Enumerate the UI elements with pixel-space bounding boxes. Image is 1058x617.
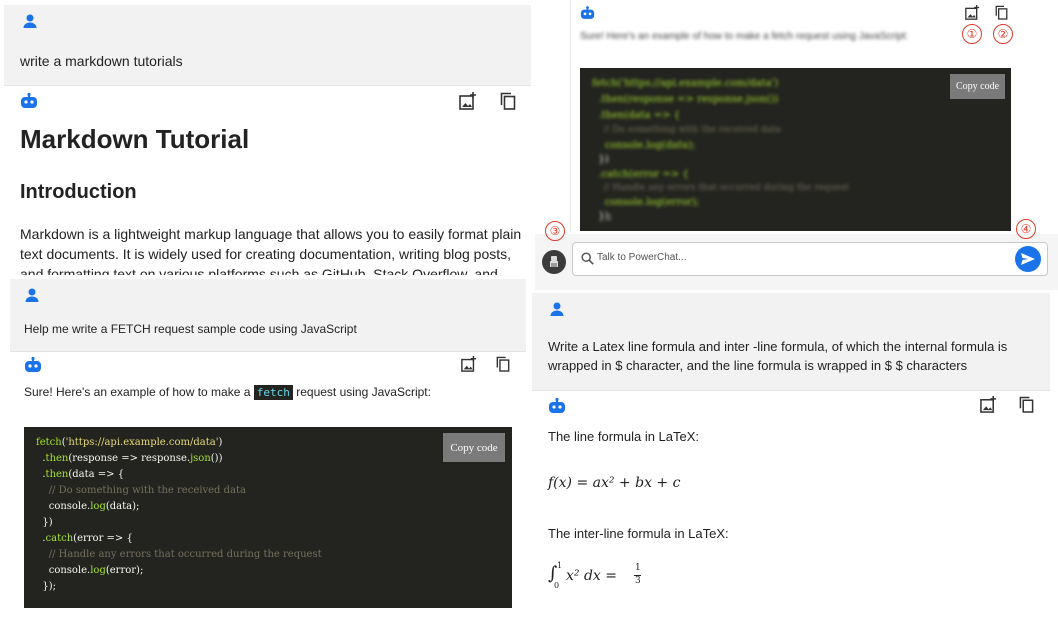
user-message-row: Write a Latex line formula and inter -li…: [532, 293, 1050, 390]
annotation-marker: ④: [1016, 219, 1036, 239]
copy-code-button[interactable]: Copy code: [950, 74, 1005, 99]
integral-body: x² dx =: [566, 568, 617, 584]
code-line: .then(response => response.json()): [36, 453, 223, 464]
bot-reply-text: Sure! Here's an example of how to make a…: [24, 385, 431, 400]
user-message-row: write a markdown tutorials: [4, 5, 531, 85]
paragraph-line: text documents. It is widely used for cr…: [20, 246, 512, 262]
code-line: .catch(error => {: [592, 169, 689, 180]
code-line: }): [592, 154, 609, 165]
code-token: 'https://api.example.com/data': [65, 437, 219, 448]
robot-icon: [25, 357, 41, 372]
code-token: then: [45, 453, 69, 464]
code-token: then: [45, 469, 69, 480]
line-formula-label: The line formula in LaTeX:: [548, 429, 700, 444]
send-icon: [1021, 253, 1035, 265]
integral-lower-bound: 0: [554, 581, 560, 590]
clear-chat-button[interactable]: [542, 250, 566, 274]
code-block: Copy code fetch('https://api.example.com…: [24, 427, 512, 608]
inline-code: fetch: [253, 385, 293, 400]
copy-icon[interactable]: [1019, 396, 1034, 413]
code-token: log: [90, 565, 106, 576]
inter-line-formula: ∫ 1 0 x² dx = 1 3: [548, 561, 748, 597]
paragraph-line: Markdown is a lightweight markup languag…: [20, 226, 522, 242]
fraction-numerator: 1: [635, 563, 641, 573]
send-button[interactable]: [1015, 246, 1041, 272]
annotation-marker: ③: [545, 221, 565, 241]
image-add-icon[interactable]: [965, 5, 980, 20]
chat-input-placeholder: Talk to PowerChat...: [597, 252, 687, 263]
code-line: // Handle any errors that occurred durin…: [36, 549, 322, 560]
fraction-denominator: 3: [635, 576, 641, 586]
code-line: fetch('https://api.example.com/data'): [592, 78, 779, 89]
code-token: log: [90, 501, 106, 512]
code-line: console.log(data);: [36, 501, 140, 512]
chat-card: ① ② Sure! Here's an example of how to ma…: [570, 0, 1058, 232]
code-line: });: [592, 211, 612, 222]
bot-message-row: Markdown Tutorial Introduction Markdown …: [4, 86, 531, 275]
bot-message-row: Sure! Here's an example of how to make a…: [10, 352, 526, 617]
robot-icon: [549, 398, 565, 413]
user-message-line: wrapped in $ character, and the line for…: [548, 358, 968, 373]
search-icon: [581, 252, 594, 265]
broom-icon: [550, 256, 558, 267]
code-token: catch: [45, 533, 74, 544]
user-message-line: Write a Latex line formula and inter -li…: [548, 339, 1008, 354]
robot-icon: [21, 93, 37, 108]
panel-fetch: Help me write a FETCH request sample cod…: [10, 279, 526, 617]
code-line: fetch('https://api.example.com/data'): [36, 437, 223, 448]
copy-icon[interactable]: [496, 356, 510, 372]
section-heading: Introduction: [20, 181, 137, 203]
code-line: console.log(error);: [592, 197, 700, 208]
image-add-icon[interactable]: [980, 396, 997, 413]
code-line: console.log(data);: [592, 140, 696, 151]
copy-icon[interactable]: [500, 92, 516, 110]
code-line: console.log(error);: [36, 565, 144, 576]
code-line: .then(response => response.json()): [592, 94, 779, 105]
inter-line-formula-label: The inter-line formula in LaTeX:: [548, 526, 729, 541]
code-line: // Do something with the received data: [36, 485, 246, 496]
code-line: // Handle any errors that occurred durin…: [592, 183, 850, 193]
panel-latex: Write a Latex line formula and inter -li…: [532, 293, 1050, 617]
code-line: .then(data => {: [592, 110, 681, 121]
code-token: fetch: [36, 437, 62, 448]
line-formula: f(x) = ax² + bx + c: [548, 475, 681, 491]
image-add-icon[interactable]: [459, 92, 477, 110]
code-line: .then(data => {: [36, 469, 125, 480]
copy-code-button[interactable]: Copy code: [443, 433, 505, 462]
code-block: Copy code fetch('https://api.example.com…: [580, 68, 1011, 231]
user-icon: [25, 288, 39, 302]
bot-message-row: The line formula in LaTeX: f(x) = ax² + …: [532, 391, 1050, 617]
chat-input[interactable]: Talk to PowerChat...: [572, 242, 1048, 276]
reply-text-post: request using JavaScript:: [296, 385, 431, 399]
annotation-marker: ①: [962, 24, 982, 44]
image-add-icon[interactable]: [461, 356, 477, 372]
robot-icon: [580, 6, 595, 19]
tutorial-title: Markdown Tutorial: [20, 124, 250, 154]
code-token: json: [190, 453, 211, 464]
bot-reply-text-blurred: Sure! Here's an example of how to make a…: [580, 31, 909, 42]
user-message-row: Help me write a FETCH request sample cod…: [10, 279, 526, 351]
code-line: // Do something with the received data: [592, 125, 781, 135]
panel-annotated: ① ② Sure! Here's an example of how to ma…: [535, 0, 1058, 290]
input-bar: ③ ④ Talk to PowerChat...: [535, 219, 1058, 290]
user-message-text: write a markdown tutorials: [20, 53, 183, 69]
integral-upper-bound: 1: [557, 561, 563, 570]
code-line: });: [36, 581, 56, 592]
panel-markdown: write a markdown tutorials Markdown Tuto…: [4, 5, 531, 275]
user-message-text: Help me write a FETCH request sample cod…: [24, 322, 357, 336]
code-line: }): [36, 517, 53, 528]
copy-icon[interactable]: [995, 5, 1008, 20]
paragraph-line: and formatting text on various platforms…: [20, 266, 498, 275]
code-line: .catch(error => {: [36, 533, 133, 544]
reply-text-pre: Sure! Here's an example of how to make a: [24, 385, 251, 399]
user-icon: [23, 14, 37, 28]
annotation-marker: ②: [993, 24, 1013, 44]
user-icon: [550, 302, 564, 316]
